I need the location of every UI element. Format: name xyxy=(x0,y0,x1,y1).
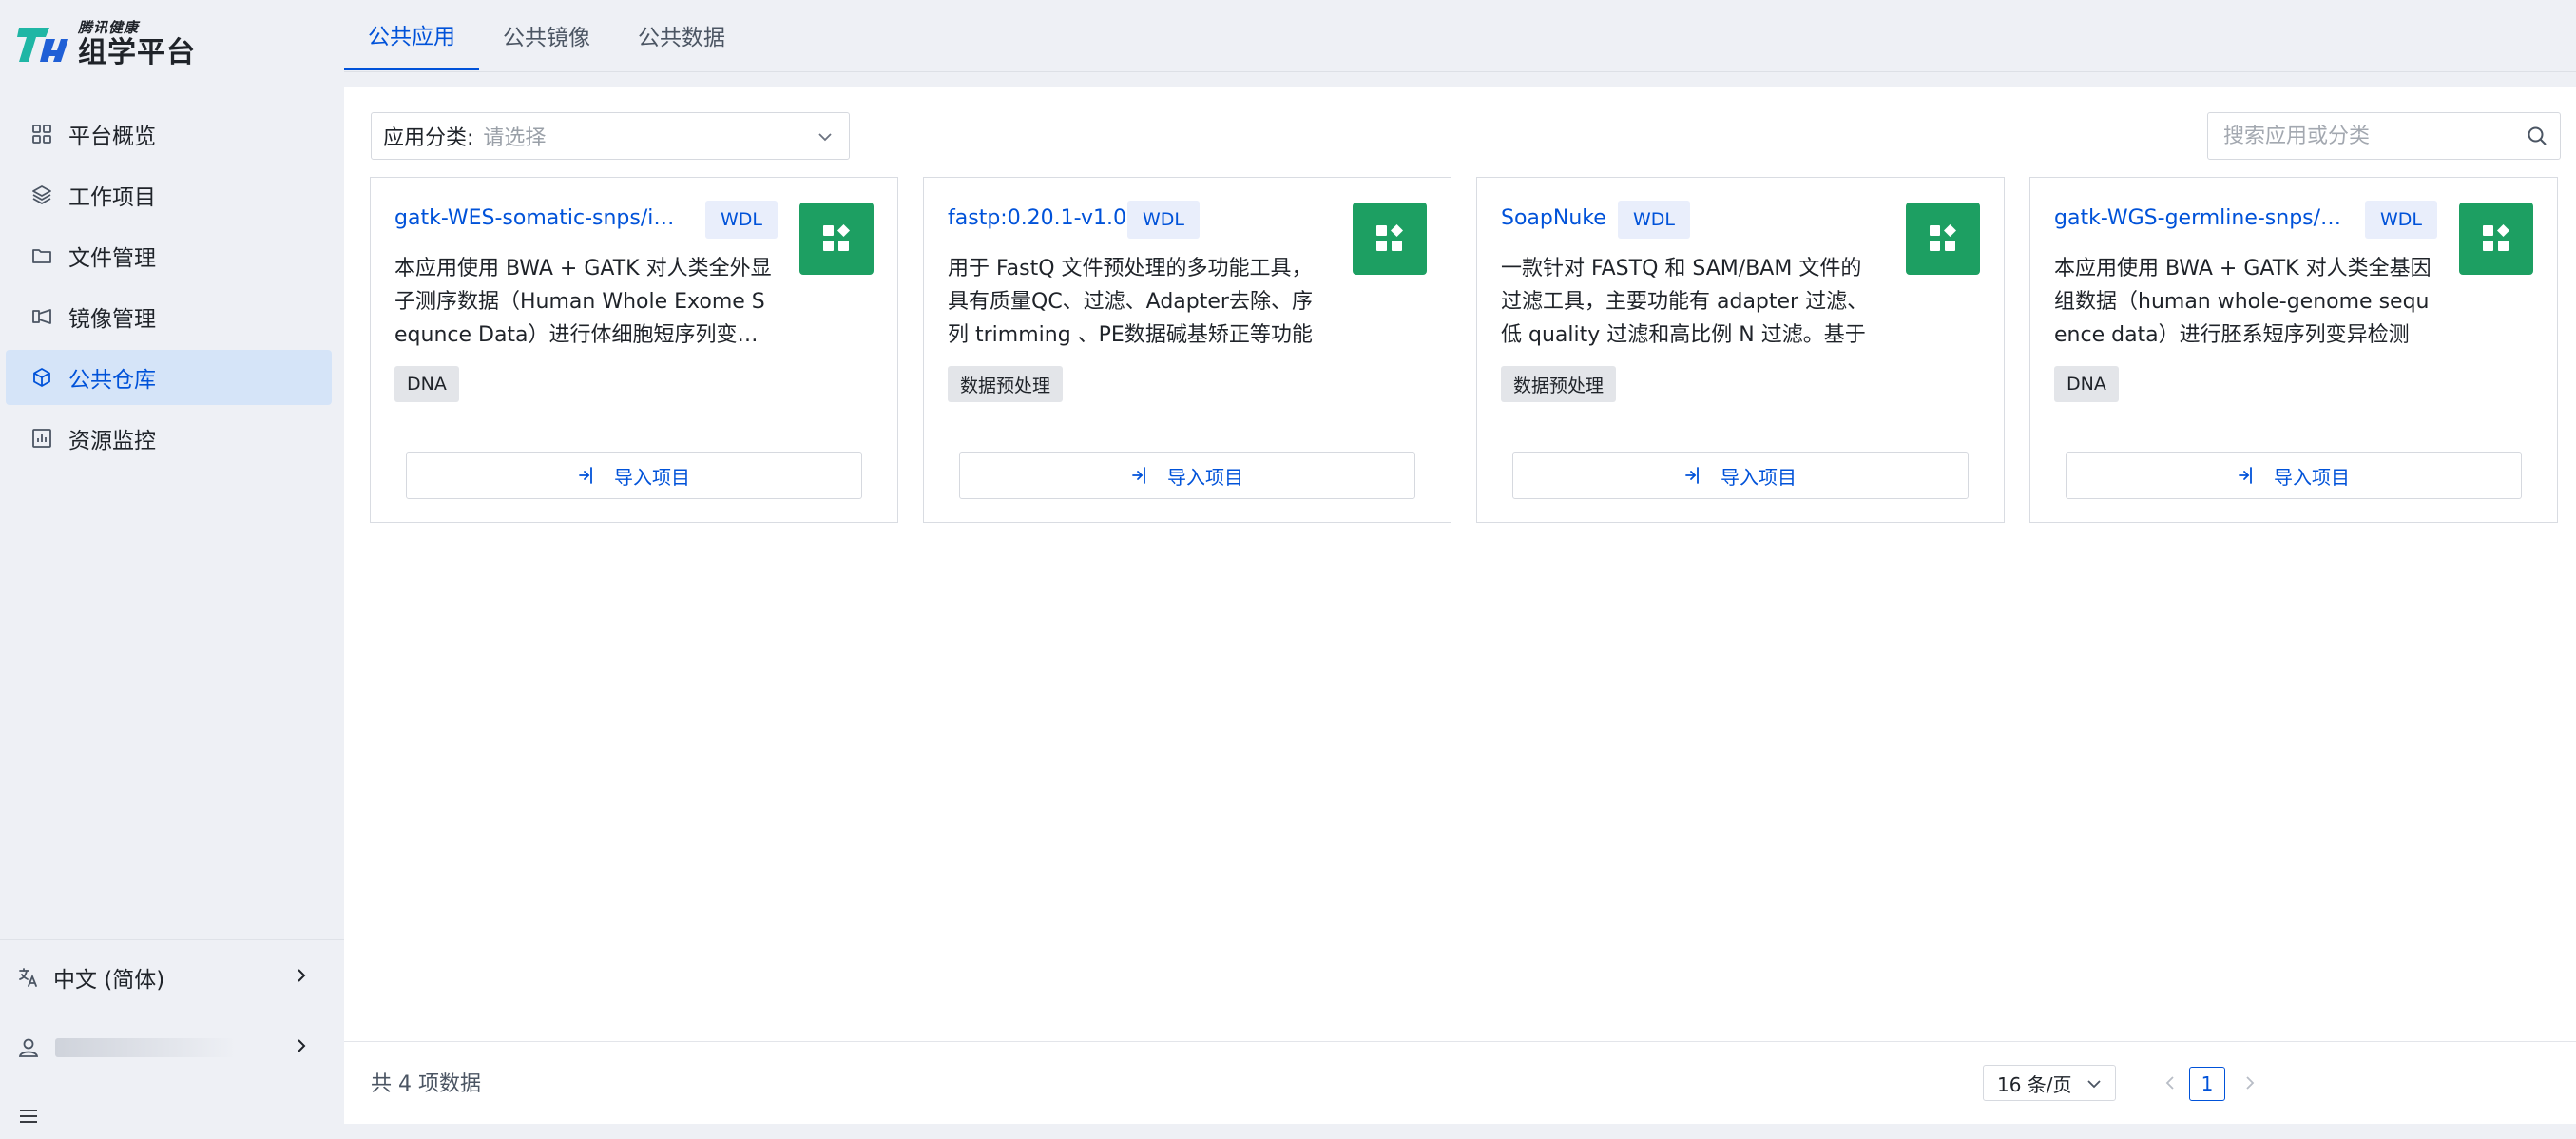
import-project-button[interactable]: 导入项目 xyxy=(1512,452,1969,499)
language-switcher[interactable]: 中文 (简体) xyxy=(17,955,308,1000)
chevron-down-icon xyxy=(2087,1080,2101,1089)
chart-icon xyxy=(30,427,53,450)
sidebar-item-images[interactable]: 镜像管理 xyxy=(6,289,332,344)
filter-placeholder: 请选择 xyxy=(483,126,547,150)
brand-small: 腾讯健康 xyxy=(78,18,140,36)
import-icon xyxy=(2239,467,2252,484)
tab-public-images[interactable]: 公共镜像 xyxy=(479,0,614,70)
language-label: 中文 (简体) xyxy=(53,968,165,993)
app-title[interactable]: gatk-WES-somatic-snps/indels xyxy=(394,206,685,230)
app-description: 本应用使用 BWA + GATK 对人类全外显子测序数据（Human Whole… xyxy=(394,257,772,347)
sidebar-item-monitor[interactable]: 资源监控 xyxy=(6,411,332,466)
total-count: 共 4 项数据 xyxy=(371,1072,481,1096)
apps-icon xyxy=(2483,224,2509,251)
category-filter-select[interactable]: 应用分类: 请选择 xyxy=(371,112,850,160)
page-size-value: 16 条/页 xyxy=(1997,1072,2072,1096)
app-card: SoapNuke WDL 一款针对 FASTQ 和 SAM/BAM 文件的过滤工… xyxy=(1476,177,2005,523)
import-project-button[interactable]: 导入项目 xyxy=(406,452,862,499)
layers-icon xyxy=(30,183,53,206)
search-icon[interactable] xyxy=(2526,125,2548,151)
sidebar-item-files[interactable]: 文件管理 xyxy=(6,228,332,283)
chevron-down-icon xyxy=(817,127,834,151)
sidebar-item-label: 镜像管理 xyxy=(68,307,156,332)
app-description: 用于 FastQ 文件预处理的多功能工具，具有质量QC、过滤、Adapter去除… xyxy=(948,257,1313,347)
import-project-button[interactable]: 导入项目 xyxy=(2066,452,2522,499)
app-type-badge: WDL xyxy=(1618,201,1691,239)
app-title[interactable]: SoapNuke xyxy=(1501,206,1606,230)
sidebar-item-overview[interactable]: 平台概览 xyxy=(6,106,332,162)
app-description: 本应用使用 BWA + GATK 对人类全基因组数据（human whole-g… xyxy=(2054,257,2432,347)
sidebar: 腾讯健康 组学平台 平台概览 工作项目 文件管理 镜像管理 公共仓库 资源监控 … xyxy=(0,0,344,1139)
import-project-label: 导入项目 xyxy=(1167,465,1243,489)
folder-icon xyxy=(30,244,53,267)
app-card: gatk-WES-somatic-snps/indels WDL 本应用使用 B… xyxy=(370,177,898,523)
sidebar-item-label: 文件管理 xyxy=(68,246,156,271)
app-type-badge: WDL xyxy=(705,201,779,239)
app-icon xyxy=(2459,203,2533,275)
brand-name: 组学平台 xyxy=(78,35,196,69)
import-project-label: 导入项目 xyxy=(614,465,690,489)
translate-icon xyxy=(17,966,40,989)
sidebar-item-label: 公共仓库 xyxy=(68,368,156,393)
chevron-right-icon xyxy=(2246,1076,2255,1090)
sidebar-item-public-repo[interactable]: 公共仓库 xyxy=(6,350,332,405)
tab-divider xyxy=(344,71,2576,72)
app-title[interactable]: gatk-WGS-germline-snps/indels xyxy=(2054,206,2345,230)
menu-icon xyxy=(17,1105,40,1128)
import-project-label: 导入项目 xyxy=(2274,465,2350,489)
grid-icon xyxy=(30,123,53,145)
sidebar-item-projects[interactable]: 工作项目 xyxy=(6,167,332,222)
sidebar-nav: 平台概览 工作项目 文件管理 镜像管理 公共仓库 资源监控 xyxy=(6,106,332,472)
tab-bar: 公共应用 公共镜像 公共数据 xyxy=(344,0,2576,72)
app-card: fastp:0.20.1-v1.0 WDL 用于 FastQ 文件预处理的多功能… xyxy=(923,177,1451,523)
page-number-current[interactable]: 1 xyxy=(2189,1067,2225,1101)
app-category-tag: 数据预处理 xyxy=(1501,366,1617,402)
app-card: gatk-WGS-germline-snps/indels WDL 本应用使用 … xyxy=(2029,177,2558,523)
filter-label: 应用分类: xyxy=(383,126,474,150)
app-title[interactable]: fastp:0.20.1-v1.0 xyxy=(948,206,1126,230)
app-type-badge: WDL xyxy=(1127,201,1201,239)
app-category-tag: DNA xyxy=(394,366,459,402)
user-icon xyxy=(17,1036,40,1059)
collapse-menu-button[interactable] xyxy=(17,1093,308,1139)
app-category-tag: DNA xyxy=(2054,366,2119,402)
app-icon xyxy=(1353,203,1427,275)
page-size-select[interactable]: 16 条/页 xyxy=(1983,1065,2116,1101)
apps-icon xyxy=(823,224,850,251)
prev-page-button[interactable] xyxy=(2156,1065,2184,1101)
brand-logo[interactable]: 腾讯健康 组学平台 xyxy=(17,17,196,70)
sidebar-item-label: 资源监控 xyxy=(68,429,156,454)
chevron-left-icon xyxy=(2165,1076,2174,1090)
user-name-blurred xyxy=(55,1038,236,1057)
app-type-badge: WDL xyxy=(2365,201,2438,239)
user-menu[interactable] xyxy=(17,1025,308,1071)
brand-logo-icon xyxy=(17,28,68,62)
chevron-right-icon xyxy=(295,1035,308,1060)
tab-public-data[interactable]: 公共数据 xyxy=(614,0,749,70)
main-panel: 应用分类: 请选择 gatk-WES-somatic-snps/indels W… xyxy=(344,87,2576,1124)
cube-icon xyxy=(30,366,53,389)
next-page-button[interactable] xyxy=(2236,1065,2264,1101)
import-project-button[interactable]: 导入项目 xyxy=(959,452,1415,499)
sidebar-divider xyxy=(0,939,344,940)
import-icon xyxy=(579,467,592,484)
app-category-tag: 数据预处理 xyxy=(948,366,1064,402)
chevron-right-icon xyxy=(295,965,308,990)
import-icon xyxy=(1685,467,1699,484)
sidebar-item-label: 平台概览 xyxy=(68,125,156,149)
app-icon xyxy=(1906,203,1980,275)
sidebar-item-label: 工作项目 xyxy=(68,185,156,210)
apps-icon xyxy=(1930,224,1956,251)
app-icon xyxy=(799,203,874,275)
tab-public-apps[interactable]: 公共应用 xyxy=(344,0,479,70)
app-description: 一款针对 FASTQ 和 SAM/BAM 文件的过滤工具，主要功能有 adapt… xyxy=(1501,257,1869,347)
import-icon xyxy=(1132,467,1145,484)
import-project-label: 导入项目 xyxy=(1721,465,1797,489)
search-box[interactable] xyxy=(2207,112,2561,160)
search-input[interactable] xyxy=(2221,123,2510,149)
apps-icon xyxy=(1376,224,1403,251)
footer-divider xyxy=(344,1041,2576,1042)
image-icon xyxy=(30,305,53,328)
